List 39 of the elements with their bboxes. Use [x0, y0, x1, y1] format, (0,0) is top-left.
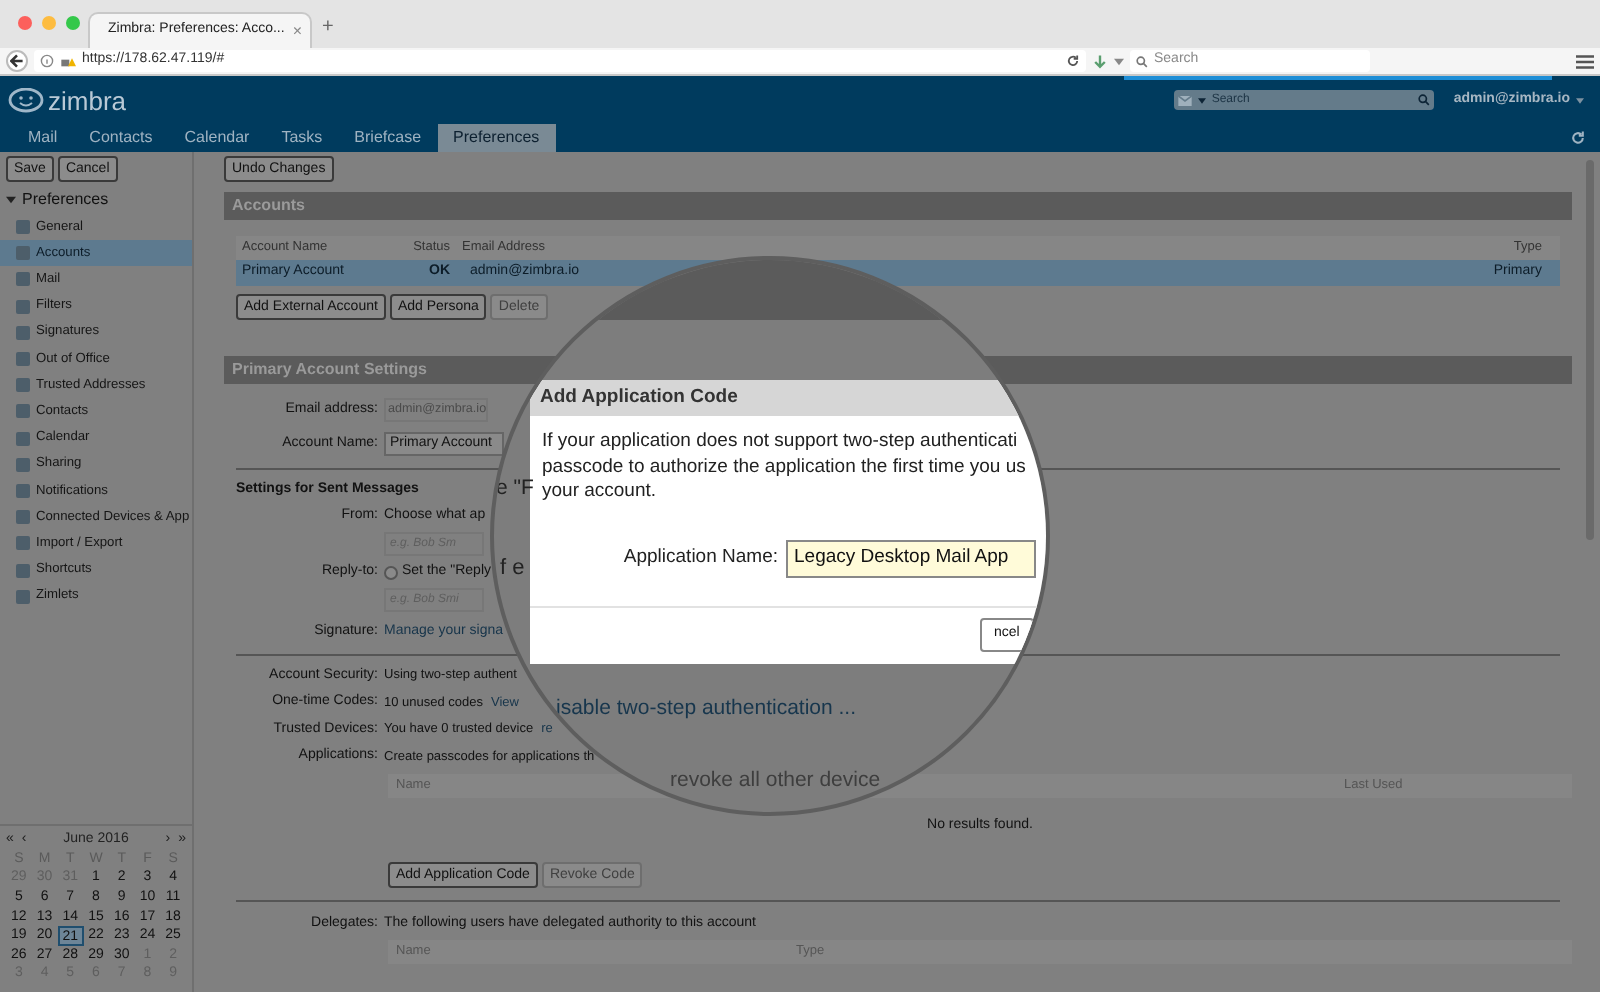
- close-tab-button[interactable]: ×: [292, 19, 302, 43]
- nav-tab[interactable]: Contacts: [73, 124, 169, 152]
- section-header: Accounts: [224, 192, 1572, 220]
- download-icon[interactable]: [1092, 53, 1108, 69]
- new-tab-button[interactable]: +: [322, 12, 334, 42]
- info-icon: [40, 54, 54, 68]
- refresh-icon[interactable]: [1570, 130, 1586, 146]
- revoke-devices-link[interactable]: revoke all other device: [670, 765, 881, 797]
- back-button[interactable]: [6, 50, 28, 72]
- nav-tab[interactable]: Preferences: [437, 124, 556, 152]
- mail-icon: [1177, 95, 1192, 105]
- search-icon: [1417, 94, 1430, 106]
- disable-two-step-link[interactable]: isable two-step authentication ...: [556, 694, 857, 726]
- close-window-icon[interactable]: [18, 16, 32, 30]
- dialog-title: Add Application Code: [540, 383, 738, 412]
- maximize-window-icon[interactable]: [66, 16, 80, 30]
- field-label: Application Name:: [621, 543, 780, 572]
- dialog-message-line: passcode to authorize the application the first time you us: [542, 455, 1028, 480]
- reload-icon[interactable]: [1066, 54, 1080, 68]
- magnified-text: f e: [500, 556, 525, 580]
- lock-warning-icon: [60, 54, 76, 68]
- reply-to-checkbox[interactable]: [384, 565, 398, 579]
- nav-tab[interactable]: Mail: [12, 124, 74, 152]
- caret-icon: [1576, 97, 1584, 103]
- dialog-message-line: If your application does not support two-step authenticati: [542, 430, 1020, 455]
- dropdown-arrow-icon[interactable]: [1114, 57, 1124, 65]
- application-name-field[interactable]: Legacy Desktop Mail App: [786, 539, 1036, 577]
- collapse-icon[interactable]: [6, 196, 16, 204]
- logo-text: zimbra: [48, 87, 127, 113]
- nav-tab[interactable]: Briefcase: [338, 124, 438, 152]
- back-arrow-icon: [10, 54, 24, 68]
- search-icon: [1136, 55, 1148, 67]
- menu-icon[interactable]: [1576, 53, 1594, 69]
- nav-tab[interactable]: Calendar: [168, 124, 266, 152]
- dropdown-arrow-icon: [1197, 97, 1206, 103]
- nav-tab[interactable]: Tasks: [265, 124, 339, 152]
- dialog-message-line: your account.: [542, 480, 659, 505]
- sidebar-title: Preferences: [22, 188, 109, 212]
- logo-icon: [8, 87, 44, 113]
